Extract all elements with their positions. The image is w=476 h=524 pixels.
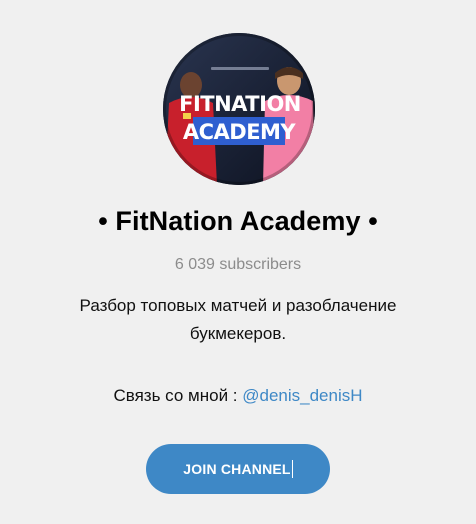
channel-title: • FitNation Academy • xyxy=(98,206,378,236)
join-channel-button[interactable]: JOIN CHANNEL xyxy=(146,444,330,494)
channel-preview-card: FITNATION ACADEMY • FitNation Academy • … xyxy=(0,0,476,524)
contact-line: Связь со мной : @denis_denisH xyxy=(0,386,476,406)
contact-label: Связь со мной : xyxy=(113,386,243,405)
channel-description: Разбор топовых матчей и разоблачение бук… xyxy=(79,296,397,343)
join-channel-label: JOIN CHANNEL xyxy=(183,461,291,477)
subscriber-count: 6 039 subscribers xyxy=(174,256,302,273)
avatar-subtitle-text: ACADEMY xyxy=(183,120,297,144)
contact-username-link[interactable]: @denis_denisH xyxy=(242,386,362,405)
avatar-title-text: FITNATION xyxy=(179,92,301,116)
text-cursor xyxy=(291,460,293,478)
channel-avatar[interactable]: FITNATION ACADEMY xyxy=(163,33,315,185)
